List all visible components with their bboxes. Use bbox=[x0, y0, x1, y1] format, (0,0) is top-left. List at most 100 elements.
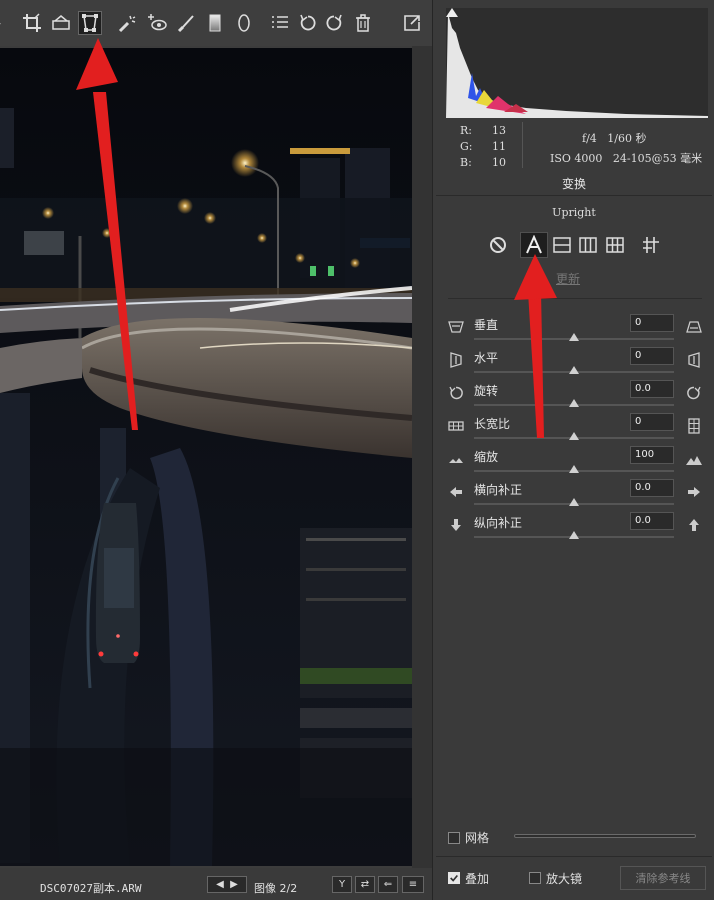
spot-removal-tool[interactable] bbox=[116, 11, 140, 35]
slider-thumb[interactable] bbox=[569, 399, 579, 407]
brush-icon bbox=[177, 15, 194, 33]
crop-icon bbox=[23, 13, 41, 32]
radial-filter-tool[interactable] bbox=[232, 11, 256, 35]
image-nav-buttons[interactable]: ◀ ▶ bbox=[207, 876, 247, 893]
level-rect-icon bbox=[553, 237, 571, 253]
slider-aspect: 长宽比 0 bbox=[436, 413, 712, 446]
grid-size-slider[interactable] bbox=[514, 834, 696, 838]
toggle-settings-button[interactable]: ≡ bbox=[402, 876, 424, 893]
loupe-label: 放大镜 bbox=[546, 872, 583, 886]
grid-label: 网格 bbox=[465, 831, 490, 845]
aspect-plus-icon bbox=[688, 418, 700, 434]
iso-lens-info: ISO 4000 24-105@53 毫米 bbox=[550, 152, 703, 165]
next-image-icon[interactable]: ▶ bbox=[230, 879, 238, 890]
no-icon bbox=[490, 237, 506, 253]
upright-vertical-button[interactable] bbox=[574, 232, 602, 258]
rotate-right-button[interactable] bbox=[322, 11, 346, 35]
slider-label: 水平 bbox=[474, 351, 499, 365]
overlay-label: 叠加 bbox=[465, 872, 490, 886]
checkmark-icon bbox=[450, 874, 458, 882]
aspect-minus-icon bbox=[448, 421, 464, 431]
slider-value-input[interactable]: 0.0 bbox=[630, 479, 674, 497]
copy-settings-button[interactable]: ⇐ bbox=[378, 876, 398, 893]
histogram bbox=[446, 8, 708, 118]
shadow-clipping-icon[interactable] bbox=[446, 8, 458, 17]
exposure-info: f/4 1/60 秒 bbox=[582, 132, 647, 145]
upright-level-button[interactable] bbox=[548, 232, 576, 258]
info-divider bbox=[522, 122, 523, 168]
photo-frame bbox=[412, 46, 432, 868]
adjustment-brush-tool[interactable] bbox=[174, 11, 198, 35]
rotate-ccw-icon bbox=[449, 386, 463, 400]
grid-checkbox[interactable] bbox=[448, 832, 460, 844]
slider-thumb[interactable] bbox=[569, 333, 579, 341]
slider-value-input[interactable]: 100 bbox=[630, 446, 674, 464]
rotate-cw-icon bbox=[687, 386, 701, 400]
rotate-cw-icon bbox=[326, 14, 342, 31]
upright-full-button[interactable] bbox=[601, 232, 629, 258]
straighten-tool[interactable] bbox=[49, 11, 73, 35]
panel-divider-bottom bbox=[436, 856, 712, 857]
status-bar: DSC07027副本.ARW ◀ ▶ 图像 2/2 Y ⇄ ⇐ ≡ bbox=[0, 868, 432, 900]
slider-scale: 缩放 100 bbox=[436, 446, 712, 479]
r-label: R: bbox=[460, 124, 472, 137]
eye-icon bbox=[148, 14, 167, 31]
crop-tool[interactable] bbox=[20, 11, 44, 35]
g-value: 11 bbox=[492, 140, 506, 153]
slider-label: 旋转 bbox=[474, 384, 499, 398]
transform-tool[interactable] bbox=[78, 11, 102, 35]
toolbar bbox=[0, 0, 432, 46]
rotate-left-button[interactable] bbox=[296, 11, 320, 35]
photo-preview[interactable] bbox=[0, 48, 412, 866]
slider-label: 长宽比 bbox=[474, 417, 511, 431]
arrow-left-icon bbox=[450, 487, 462, 497]
slider-x-offset: 横向补正 0.0 bbox=[436, 479, 712, 512]
upright-guided-button[interactable] bbox=[637, 232, 665, 258]
histogram-graph bbox=[446, 13, 708, 118]
ellipse-icon bbox=[238, 14, 250, 32]
slider-label: 纵向补正 bbox=[474, 516, 523, 530]
update-link[interactable]: 更新 bbox=[556, 270, 580, 287]
slider-value-input[interactable]: 0 bbox=[630, 413, 674, 431]
slider-thumb[interactable] bbox=[569, 531, 579, 539]
loupe-checkbox[interactable] bbox=[529, 872, 541, 884]
before-after-button[interactable]: Y bbox=[332, 876, 352, 893]
histogram-info: R: 13 G: 11 B: 10 f/4 1/60 秒 ISO 4000 24… bbox=[446, 118, 708, 170]
preferences-button[interactable] bbox=[268, 11, 292, 35]
vertical-minus-icon bbox=[448, 321, 464, 333]
letter-a-icon bbox=[526, 235, 542, 254]
slider-thumb[interactable] bbox=[569, 366, 579, 374]
clear-guides-button[interactable]: 清除参考线 bbox=[620, 866, 706, 890]
white-balance-tool[interactable] bbox=[0, 11, 12, 35]
highlight-clipping-icon[interactable] bbox=[696, 10, 706, 20]
slider-value-input[interactable]: 0 bbox=[630, 347, 674, 365]
slider-label: 垂直 bbox=[474, 318, 499, 332]
upright-off-button[interactable] bbox=[484, 232, 512, 258]
b-value: 10 bbox=[492, 156, 506, 169]
slider-value-input[interactable]: 0 bbox=[630, 314, 674, 332]
prev-image-icon[interactable]: ◀ bbox=[216, 879, 224, 890]
slider-thumb[interactable] bbox=[569, 498, 579, 506]
slider-thumb[interactable] bbox=[569, 432, 579, 440]
slider-label: 缩放 bbox=[474, 450, 499, 464]
swap-settings-button[interactable]: ⇄ bbox=[355, 876, 375, 893]
slider-thumb[interactable] bbox=[569, 465, 579, 473]
upright-auto-button[interactable] bbox=[520, 232, 548, 258]
toggle-fullscreen-button[interactable] bbox=[400, 11, 424, 35]
arrow-up-icon bbox=[689, 519, 699, 531]
scale-plus-icon bbox=[686, 456, 702, 465]
b-label: B: bbox=[460, 156, 472, 169]
delete-button[interactable] bbox=[351, 11, 375, 35]
filename-label: DSC07027副本.ARW bbox=[40, 882, 142, 895]
slider-value-input[interactable]: 0.0 bbox=[630, 512, 674, 530]
red-eye-tool[interactable] bbox=[145, 11, 169, 35]
overlay-checkbox[interactable] bbox=[448, 872, 460, 884]
grid-rect-icon bbox=[606, 237, 624, 253]
transform-icon bbox=[82, 14, 98, 32]
level-icon bbox=[52, 15, 70, 30]
export-icon bbox=[404, 15, 420, 31]
panel-divider bbox=[448, 298, 702, 299]
slider-label: 横向补正 bbox=[474, 483, 523, 497]
slider-value-input[interactable]: 0.0 bbox=[630, 380, 674, 398]
graduated-filter-tool[interactable] bbox=[203, 11, 227, 35]
